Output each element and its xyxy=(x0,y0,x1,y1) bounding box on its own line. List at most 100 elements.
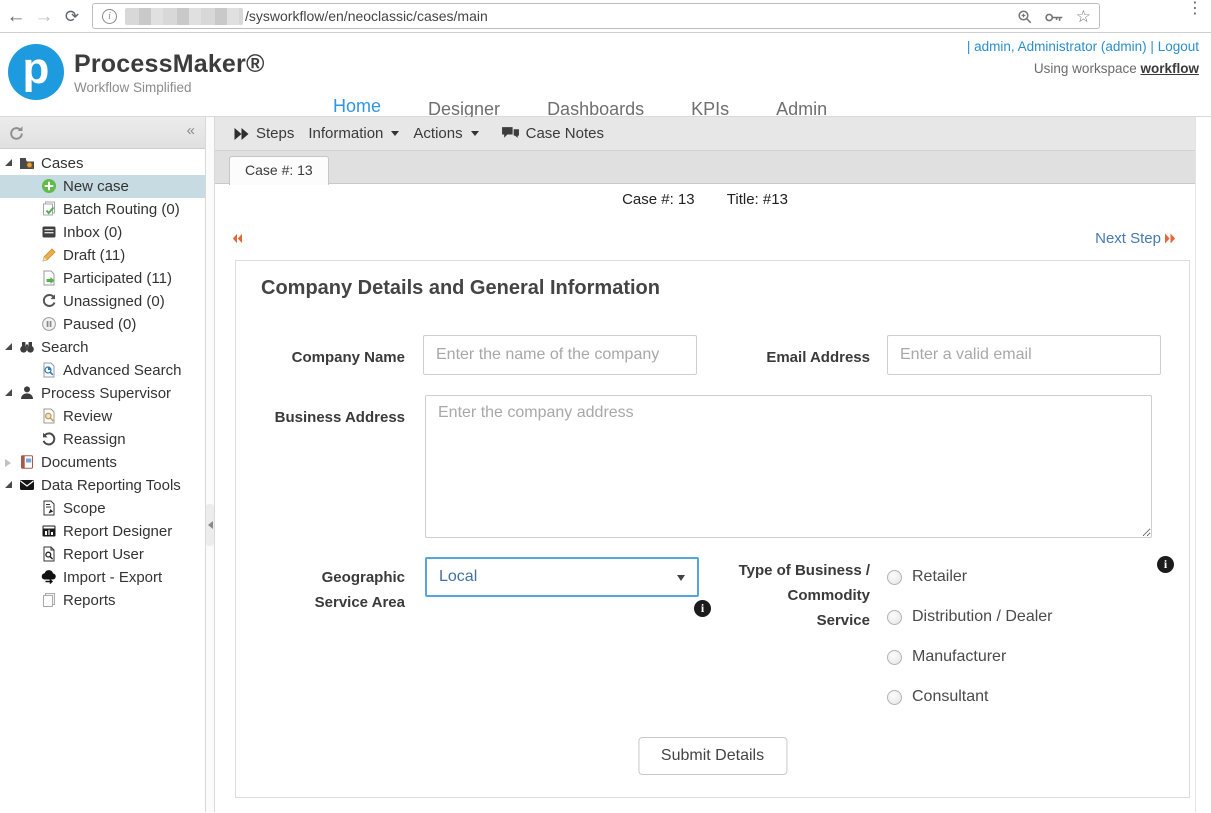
expander-icon[interactable] xyxy=(5,459,11,467)
sidebar-item-inbox[interactable]: Inbox (0) xyxy=(0,221,205,244)
sidebar: « Cases New case Batch Routing (0) Inbox… xyxy=(0,117,205,812)
actions-dropdown[interactable]: Actions xyxy=(413,125,478,142)
sidebar-item-cases[interactable]: Cases xyxy=(0,152,205,175)
radio-icon xyxy=(887,690,902,705)
sidebar-item-documents[interactable]: Documents xyxy=(0,451,205,474)
sidebar-item-reassign[interactable]: Reassign xyxy=(0,428,205,451)
geographic-service-area-label: Geographic Service Area xyxy=(246,565,405,615)
bookmark-star-icon[interactable]: ☆ xyxy=(1076,7,1091,27)
sidebar-item-data-reporting-tools[interactable]: Data Reporting Tools xyxy=(0,474,205,497)
tree-label: Draft (11) xyxy=(0,247,125,264)
workspace-prefix: Using workspace xyxy=(1034,61,1137,76)
form-title: Company Details and General Information xyxy=(261,277,660,300)
information-dropdown[interactable]: Information xyxy=(308,125,399,142)
workspace-link[interactable]: workflow xyxy=(1140,61,1199,76)
logout-link[interactable]: Logout xyxy=(1158,39,1199,54)
sidebar-item-search[interactable]: Search xyxy=(0,336,205,359)
sidebar-item-draft[interactable]: Draft (11) xyxy=(0,244,205,267)
tree-label: Inbox (0) xyxy=(0,224,122,241)
case-notes-label: Case Notes xyxy=(526,125,604,142)
tree-label: Paused (0) xyxy=(0,316,136,333)
business-address-label: Business Address xyxy=(246,405,405,430)
tree-label: Advanced Search xyxy=(0,362,181,379)
sidebar-item-reports[interactable]: Reports xyxy=(0,589,205,612)
email-address-input[interactable] xyxy=(887,335,1161,375)
radio-consultant[interactable]: Consultant xyxy=(887,687,989,707)
radio-label: Retailer xyxy=(912,568,967,586)
documents-book-icon xyxy=(19,454,35,470)
report-user-icon xyxy=(41,546,57,562)
sidebar-item-report-user[interactable]: Report User xyxy=(0,543,205,566)
label-line: Type of Business / xyxy=(710,558,870,583)
page-info-icon[interactable]: i xyxy=(102,9,117,24)
label-line: Service Area xyxy=(246,590,405,615)
steps-button[interactable]: Steps xyxy=(233,125,294,142)
case-title: Title: #13 xyxy=(727,191,788,208)
sidebar-item-batch-routing[interactable]: Batch Routing (0) xyxy=(0,198,205,221)
logo-name: ProcessMaker® xyxy=(74,50,265,79)
radio-retailer[interactable]: Retailer xyxy=(887,567,967,587)
radio-icon xyxy=(887,610,902,625)
case-notes-button[interactable]: Case Notes xyxy=(501,125,604,142)
password-key-icon[interactable] xyxy=(1045,12,1064,23)
url-text[interactable]: /sysworkflow/en/neoclassic/cases/main xyxy=(245,8,488,24)
sidebar-item-scope[interactable]: Scope xyxy=(0,497,205,520)
browser-back-icon[interactable]: ← xyxy=(4,0,28,33)
case-form-area: Case #: 13 Title: #13 Next Step Company … xyxy=(215,184,1195,811)
browser-refresh-icon[interactable]: ⟳ xyxy=(60,0,84,33)
sidebar-item-advanced-search[interactable]: Advanced Search xyxy=(0,359,205,382)
address-bar[interactable]: i /sysworkflow/en/neoclassic/cases/main … xyxy=(92,3,1100,29)
radio-label: Manufacturer xyxy=(912,648,1006,666)
user-profile-link[interactable]: admin, Administrator (admin) xyxy=(974,39,1147,54)
sidebar-refresh-icon[interactable] xyxy=(8,125,25,142)
radio-manufacturer[interactable]: Manufacturer xyxy=(887,647,1006,667)
tab-case-13[interactable]: Case #: 13 xyxy=(229,156,329,185)
caret-down-icon xyxy=(471,131,479,136)
caret-down-icon xyxy=(391,131,399,136)
browser-forward-icon[interactable]: → xyxy=(32,0,56,33)
sidebar-item-report-designer[interactable]: Report Designer xyxy=(0,520,205,543)
sidebar-header: « xyxy=(0,117,205,149)
expander-icon[interactable] xyxy=(5,343,12,350)
business-type-label: Type of Business / Commodity Service xyxy=(710,558,870,633)
envelope-icon xyxy=(19,477,35,493)
expander-icon[interactable] xyxy=(5,481,12,488)
next-step-link[interactable]: Next Step xyxy=(1095,230,1176,247)
radio-label: Consultant xyxy=(912,688,989,706)
expander-icon[interactable] xyxy=(5,389,12,396)
zoom-icon[interactable] xyxy=(1017,9,1033,25)
previous-step-arrow-icon[interactable] xyxy=(232,233,242,244)
geographic-service-area-select[interactable]: Local xyxy=(425,557,699,597)
sidebar-item-new-case[interactable]: New case xyxy=(0,175,205,198)
splitter-collapse-handle[interactable] xyxy=(206,504,214,546)
geo-info-icon[interactable]: i xyxy=(694,600,711,617)
sidebar-item-process-supervisor[interactable]: Process Supervisor xyxy=(0,382,205,405)
sidebar-item-unassigned[interactable]: Unassigned (0) xyxy=(0,290,205,313)
case-number: Case #: 13 xyxy=(622,191,695,208)
company-name-input[interactable] xyxy=(423,335,697,375)
submit-details-button[interactable]: Submit Details xyxy=(638,737,787,775)
email-address-label: Email Address xyxy=(710,345,870,370)
radio-distribution-dealer[interactable]: Distribution / Dealer xyxy=(887,607,1053,627)
label-line: Geographic xyxy=(246,565,405,590)
sidebar-collapse-icon[interactable]: « xyxy=(187,122,195,139)
batch-routing-icon xyxy=(41,201,57,217)
case-title-row: Case #: 13 Title: #13 xyxy=(215,191,1195,208)
company-details-form: Company Details and General Information … xyxy=(235,260,1190,798)
sidebar-item-import-export[interactable]: Import - Export xyxy=(0,566,205,589)
supervisor-person-icon xyxy=(19,385,35,401)
browser-menu-icon[interactable]: ⋮ xyxy=(1185,5,1205,12)
participated-icon xyxy=(41,270,57,286)
sidebar-item-review[interactable]: Review xyxy=(0,405,205,428)
expander-icon[interactable] xyxy=(5,159,12,166)
pipe-separator: | xyxy=(967,39,971,54)
cases-folder-icon xyxy=(19,155,35,171)
content-area: Steps Information Actions Case Notes Cas… xyxy=(215,117,1196,812)
business-address-textarea[interactable] xyxy=(425,395,1152,538)
business-type-info-icon[interactable]: i xyxy=(1157,556,1174,573)
sidebar-item-participated[interactable]: Participated (11) xyxy=(0,267,205,290)
processmaker-logo[interactable]: p ProcessMaker® Workflow Simplified xyxy=(8,44,265,100)
sidebar-splitter[interactable] xyxy=(205,117,215,812)
tree-label: New case xyxy=(0,178,129,195)
sidebar-item-paused[interactable]: Paused (0) xyxy=(0,313,205,336)
